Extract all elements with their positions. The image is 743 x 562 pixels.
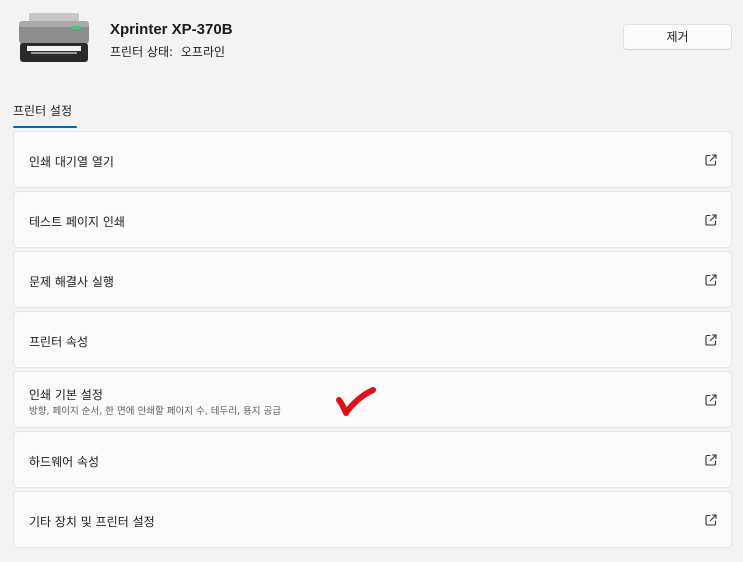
setting-run-troubleshooter[interactable]: 문제 해결사 실행 [13, 251, 732, 308]
tab-selected-indicator [13, 126, 77, 128]
printer-icon [19, 13, 89, 62]
external-link-icon [705, 214, 717, 226]
setting-label: 문제 해결사 실행 [29, 275, 114, 289]
setting-print-test-page[interactable]: 테스트 페이지 인쇄 [13, 191, 732, 248]
external-link-icon [705, 154, 717, 166]
setting-other-devices-printers[interactable]: 기타 장치 및 프린터 설정 [13, 491, 732, 548]
printer-status: 프린터 상태: 오프라인 [110, 43, 225, 60]
external-link-icon [705, 334, 717, 346]
setting-label: 하드웨어 속성 [29, 455, 100, 469]
printer-header: Xprinter XP-370B 프린터 상태: 오프라인 제거 [0, 0, 743, 80]
external-link-icon [705, 394, 717, 406]
setting-description: 방향, 페이지 순서, 한 면에 인쇄할 페이지 수, 테두리, 용지 공급 [29, 406, 282, 417]
setting-hardware-properties[interactable]: 하드웨어 속성 [13, 431, 732, 488]
red-checkmark-icon [336, 387, 376, 416]
printer-name: Xprinter XP-370B [110, 21, 233, 38]
external-link-icon [705, 514, 717, 526]
setting-label: 인쇄 기본 설정 [29, 388, 103, 402]
setting-label: 기타 장치 및 프린터 설정 [29, 515, 155, 529]
external-link-icon [705, 454, 717, 466]
setting-label: 인쇄 대기열 열기 [29, 155, 114, 169]
setting-label: 테스트 페이지 인쇄 [29, 215, 125, 229]
printer-status-label: 프린터 상태: [110, 45, 174, 59]
tab-printer-settings[interactable]: 프린터 설정 [13, 102, 72, 119]
setting-open-print-queue[interactable]: 인쇄 대기열 열기 [13, 131, 732, 188]
setting-printer-properties[interactable]: 프린터 속성 [13, 311, 732, 368]
external-link-icon [705, 274, 717, 286]
printer-status-value: 오프라인 [180, 45, 226, 59]
remove-printer-button[interactable]: 제거 [623, 24, 732, 50]
setting-label: 프린터 속성 [29, 335, 89, 349]
